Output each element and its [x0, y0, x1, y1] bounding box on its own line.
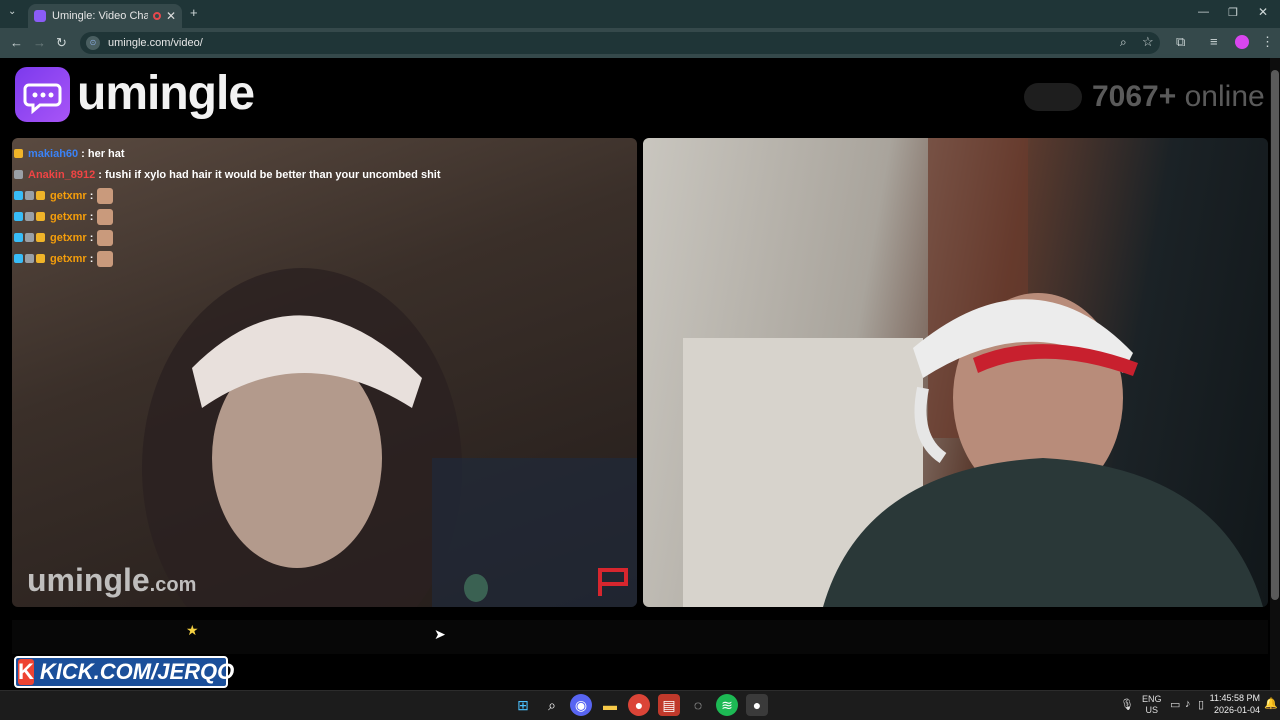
close-window-button[interactable]: ✕: [1258, 5, 1268, 19]
report-flag-icon[interactable]: [596, 566, 630, 603]
restore-button[interactable]: ❐: [1228, 6, 1238, 19]
url-text: umingle.com/video/: [108, 37, 203, 49]
emote-icon: [97, 229, 114, 246]
mouse-cursor-icon: ➤: [434, 626, 446, 642]
gray-badge-icon: [25, 212, 34, 221]
cyan-badge-icon: [14, 212, 23, 221]
online-label: online: [1184, 80, 1265, 113]
chat-username: getxmr: [50, 210, 87, 223]
microphone-icon[interactable]: 🎙: [1120, 698, 1134, 711]
theme-toggle[interactable]: [1024, 83, 1082, 111]
chat-text: : fushi if xylo had hair it would be bet…: [98, 168, 441, 181]
chat-message: getxmr :: [14, 227, 614, 248]
chat-text: : her hat: [81, 147, 125, 160]
notification-icon[interactable]: 🔔: [1264, 697, 1278, 710]
obs-app-icon[interactable]: ▤: [658, 694, 680, 716]
clock-time: 11:45:58 PM: [1209, 693, 1260, 703]
gray-badge-icon: [25, 254, 34, 263]
address-bar[interactable]: ⊙ umingle.com/video/: [80, 32, 1160, 54]
watermark-domain: .com: [149, 574, 197, 596]
chat-username: getxmr: [50, 189, 87, 202]
language-indicator[interactable]: ENG US: [1142, 694, 1162, 716]
christmas-tree-icon: ★: [186, 622, 199, 638]
chat-username: Anakin_8912: [28, 168, 96, 181]
online-count: 7067+ online: [1092, 80, 1265, 114]
chat-message: getxmr :: [14, 206, 614, 227]
file-explorer-icon[interactable]: ▬: [599, 694, 621, 716]
chat-message: getxmr :: [14, 248, 614, 269]
gold-badge-icon: [36, 191, 45, 200]
self-video: [643, 138, 1268, 607]
chrome-active-icon[interactable]: ●: [746, 694, 768, 716]
recording-icon: [152, 12, 161, 20]
umingle-logo-icon[interactable]: [15, 67, 70, 122]
chat-input-area[interactable]: [12, 620, 1268, 654]
windows-start-icon[interactable]: ⊞: [512, 694, 534, 716]
new-tab-button[interactable]: +: [190, 5, 198, 20]
umingle-favicon: [34, 10, 46, 22]
clock[interactable]: 11:45:58 PM 2026-01-04: [1200, 692, 1260, 716]
clock-date: 2026-01-04: [1213, 705, 1260, 715]
cyan-badge-icon: [14, 233, 23, 242]
emote-icon: [97, 250, 114, 267]
chat-username: makiah60: [28, 147, 79, 160]
gray-badge-icon: [25, 233, 34, 242]
extensions-icon[interactable]: ⧉: [1176, 34, 1185, 50]
umingle-watermark: umingle.com: [27, 562, 196, 599]
kick-overlay-banner: K KICK.COM/JERQO: [14, 656, 234, 688]
spotify-icon[interactable]: ≋: [716, 694, 738, 716]
chat-username: getxmr: [50, 252, 87, 265]
gold-badge-icon: [36, 212, 45, 221]
online-plus: +: [1158, 80, 1177, 113]
chat-message: getxmr :: [14, 185, 614, 206]
kick-url: KICK.COM/JERQO: [39, 659, 235, 684]
chat-text: :: [89, 231, 94, 244]
chat-message: Anakin_8912: fushi if xylo had hair it w…: [14, 164, 614, 185]
obs-studio-icon[interactable]: ◌: [687, 694, 709, 716]
zoom-icon[interactable]: ⌕: [1120, 35, 1127, 50]
gray-badge-icon: [25, 191, 34, 200]
back-icon[interactable]: ←: [10, 35, 23, 50]
minimize-button[interactable]: —: [1198, 6, 1209, 18]
gray-badge-icon: [14, 170, 23, 179]
reload-icon[interactable]: ↻: [56, 35, 67, 51]
profile-avatar[interactable]: [1235, 35, 1249, 49]
tab-search-icon[interactable]: ⌄: [8, 6, 16, 17]
lang-bottom: US: [1145, 705, 1159, 715]
logo-wordmark[interactable]: umingle: [77, 66, 255, 121]
lang-top: ENG: [1142, 694, 1162, 704]
gold-badge-icon: [36, 233, 45, 242]
cyan-badge-icon: [14, 254, 23, 263]
chat-text: :: [89, 210, 94, 223]
tab-title: Umingle: Video Chat with S: [52, 10, 148, 22]
site-info-icon[interactable]: ⊙: [86, 36, 100, 50]
emote-icon: [97, 187, 114, 204]
tab-search-icon-2[interactable]: ≡: [1210, 34, 1218, 49]
discord-icon[interactable]: ◉: [570, 694, 592, 716]
bookmark-star-icon[interactable]: ☆: [1142, 34, 1154, 50]
network-icon[interactable]: ▭: [1170, 698, 1180, 711]
online-number: 7067: [1092, 80, 1159, 113]
chat-username: getxmr: [50, 231, 87, 244]
chrome-icon[interactable]: ●: [628, 694, 650, 716]
cyan-badge-icon: [14, 191, 23, 200]
search-icon[interactable]: ⌕: [541, 694, 563, 716]
gold-badge-icon: [36, 254, 45, 263]
menu-icon[interactable]: ⋮: [1261, 34, 1274, 50]
close-tab-icon[interactable]: ✕: [166, 9, 176, 23]
emote-icon: [97, 208, 114, 225]
chat-text: :: [89, 252, 94, 265]
chat-overlay: makiah60: her hat Anakin_8912: fushi if x…: [14, 143, 614, 269]
kick-logo-icon: K: [18, 659, 34, 685]
forward-icon[interactable]: →: [33, 35, 46, 50]
volume-icon[interactable]: ♪: [1185, 698, 1191, 710]
gold-badge-icon: [14, 149, 23, 158]
scrollbar-thumb[interactable]: [1271, 70, 1279, 600]
chat-text: :: [89, 189, 94, 202]
chat-message: makiah60: her hat: [14, 143, 614, 164]
tab-umingle[interactable]: Umingle: Video Chat with S ✕: [28, 4, 182, 28]
watermark-name: umingle: [27, 562, 150, 598]
